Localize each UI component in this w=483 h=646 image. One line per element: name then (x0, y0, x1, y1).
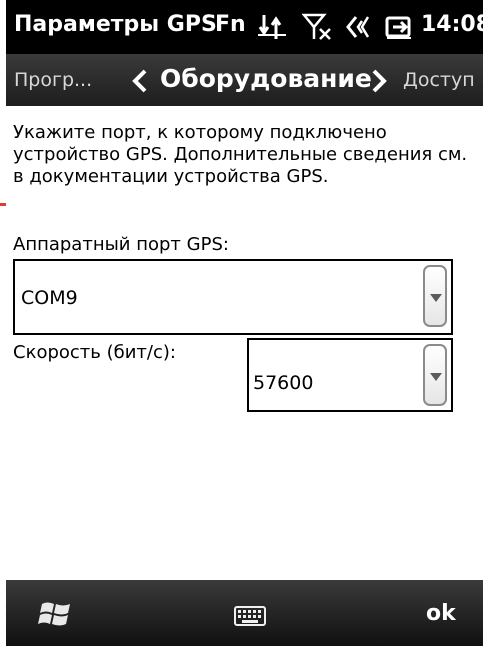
bottom-bar: ok (6, 580, 483, 646)
tab-previous[interactable]: Прогр... (14, 69, 92, 91)
chevron-left-icon[interactable] (130, 68, 150, 94)
no-signal-icon[interactable] (302, 13, 332, 41)
speed-dropdown[interactable]: 57600 (247, 338, 453, 412)
speed-value: 57600 (253, 372, 314, 394)
status-bar: Параметры GPS Fn 14:08 (6, 0, 483, 54)
instruction-text: Укажите порт, к которому подключено устр… (13, 122, 468, 187)
tab-current: Оборудование (160, 64, 372, 93)
tab-next[interactable]: Доступ (403, 69, 475, 91)
device-screen: Параметры GPS Fn 14:08 Прогр. (6, 0, 483, 646)
speed-dropdown-button[interactable] (423, 344, 447, 406)
tab-strip: Прогр... Оборудование Доступ (6, 54, 483, 106)
port-value: COM9 (21, 287, 78, 309)
connectivity-icon[interactable] (256, 13, 288, 41)
settings-content: Укажите порт, к которому подключено устр… (6, 106, 483, 580)
clock[interactable]: 14:08 (421, 12, 483, 37)
volume-icon[interactable] (344, 13, 372, 41)
dropdown-arrow-icon (430, 294, 442, 302)
fn-indicator[interactable]: Fn (215, 12, 246, 37)
port-label: Аппаратный порт GPS: (13, 234, 229, 255)
ok-button[interactable]: ok (426, 601, 456, 626)
battery-charging-icon[interactable] (384, 13, 414, 41)
window-title[interactable]: Параметры GPS (14, 12, 217, 37)
port-dropdown-button[interactable] (423, 265, 447, 327)
speed-label: Скорость (бит/с): (13, 342, 176, 363)
dropdown-arrow-icon (430, 373, 442, 381)
windows-start-icon[interactable] (36, 598, 76, 630)
chevron-right-icon[interactable] (369, 68, 389, 94)
port-dropdown[interactable]: COM9 (13, 259, 453, 335)
keyboard-icon[interactable] (234, 606, 266, 626)
